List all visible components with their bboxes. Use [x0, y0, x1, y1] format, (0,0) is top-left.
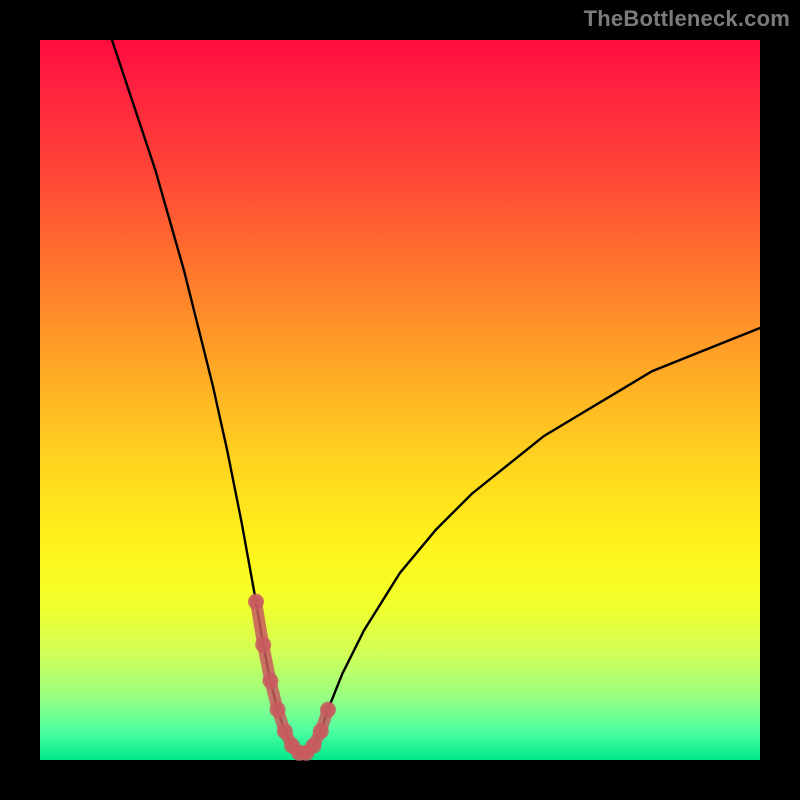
marker-dot [277, 723, 293, 739]
marker-dot [248, 594, 264, 610]
chart-frame: TheBottleneck.com [0, 0, 800, 800]
marker-group [248, 594, 336, 761]
marker-dot [306, 738, 322, 754]
curve-svg [40, 40, 760, 760]
bottleneck-curve [112, 40, 760, 753]
plot-area [40, 40, 760, 760]
marker-dot [313, 723, 329, 739]
marker-dot [320, 702, 336, 718]
marker-dot [270, 702, 286, 718]
marker-dot [262, 673, 278, 689]
marker-dot [255, 637, 271, 653]
watermark-text: TheBottleneck.com [584, 6, 790, 32]
